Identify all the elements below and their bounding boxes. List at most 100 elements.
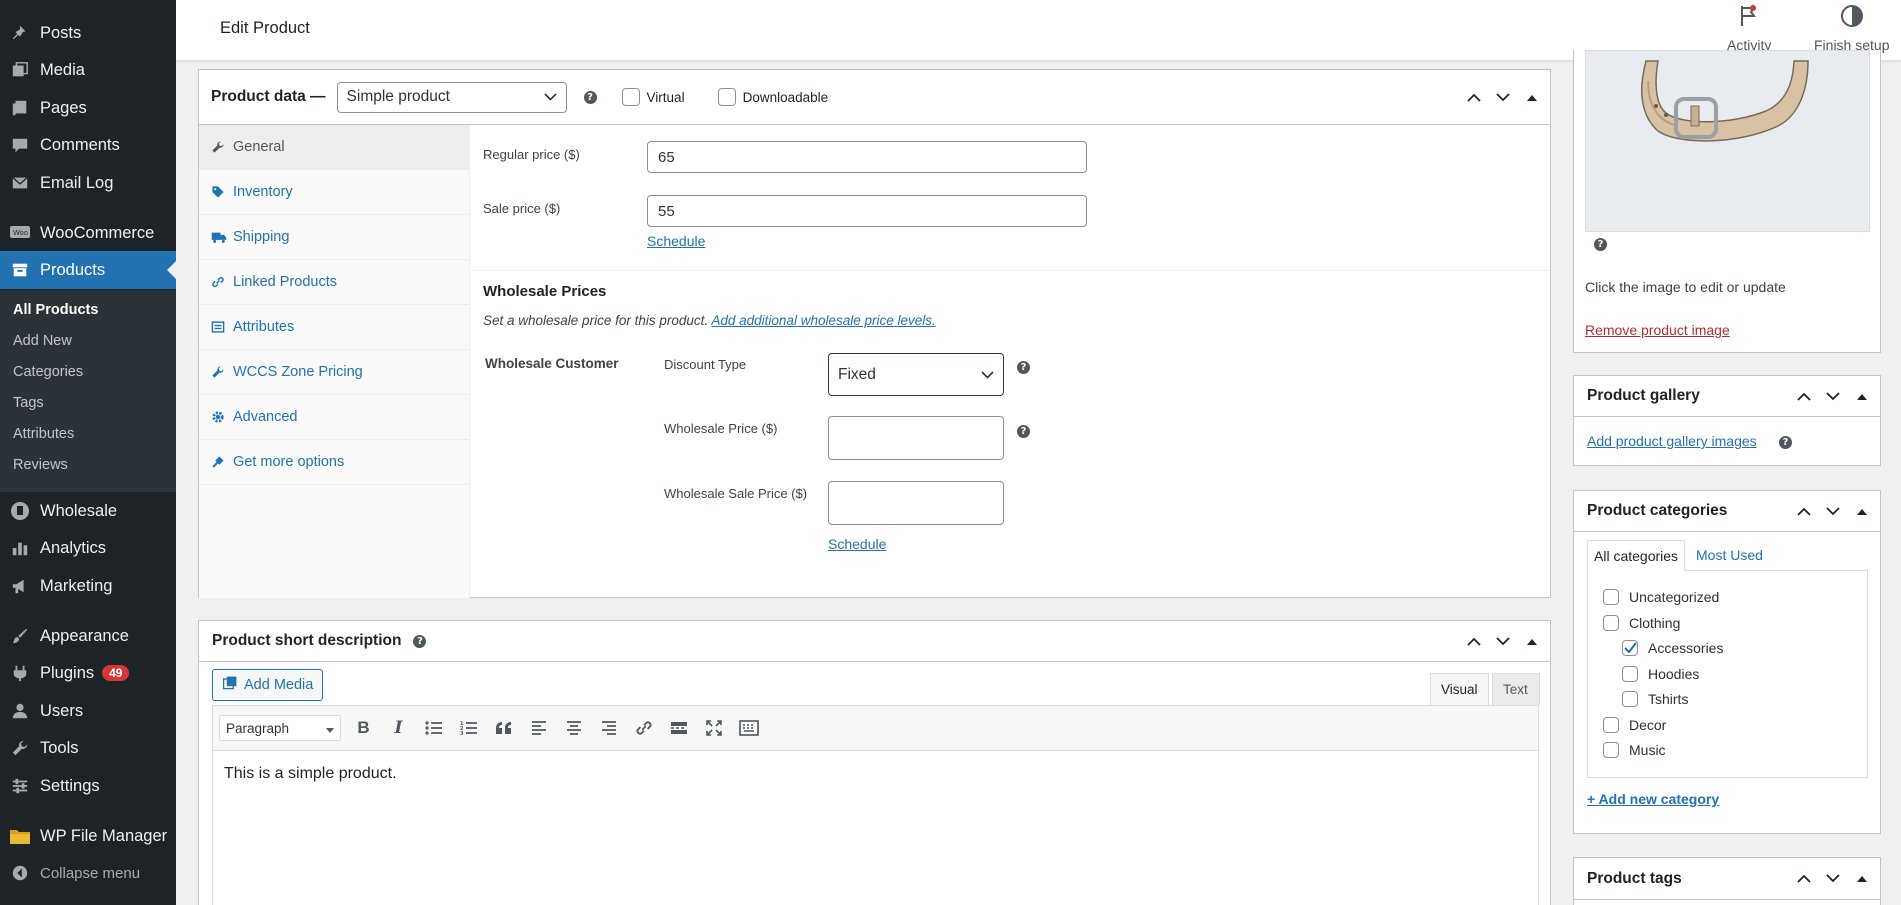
- category-checkbox[interactable]: [1622, 691, 1638, 707]
- move-up-icon[interactable]: [1794, 386, 1814, 406]
- category-checkbox[interactable]: [1603, 615, 1619, 631]
- submenu-tags[interactable]: Tags: [13, 395, 44, 411]
- align-right-icon[interactable]: [596, 716, 621, 741]
- help-icon[interactable]: ?: [1017, 361, 1030, 374]
- tab-general[interactable]: General: [199, 125, 469, 170]
- sale-price-input[interactable]: 55: [647, 195, 1087, 227]
- category-checkbox[interactable]: [1603, 589, 1619, 605]
- tab-visual[interactable]: Visual: [1430, 673, 1489, 705]
- menu-item-pages[interactable]: Pages: [0, 89, 176, 127]
- menu-item-appearance[interactable]: Appearance: [0, 617, 176, 655]
- submenu-categories[interactable]: Categories: [13, 364, 83, 380]
- menu-item-users[interactable]: Users: [0, 692, 176, 730]
- toolbar-toggle-icon[interactable]: [736, 716, 761, 741]
- submenu-attributes[interactable]: Attributes: [13, 426, 74, 442]
- tab-all-categories[interactable]: All categories: [1587, 540, 1686, 571]
- tab-attributes[interactable]: Attributes: [199, 305, 469, 350]
- menu-item-woocommerce[interactable]: Woo WooCommerce: [0, 214, 176, 252]
- fullscreen-icon[interactable]: [701, 716, 726, 741]
- tab-inventory[interactable]: Inventory: [199, 170, 469, 215]
- category-checkbox[interactable]: [1603, 717, 1619, 733]
- menu-item-tools[interactable]: Tools: [0, 729, 176, 767]
- move-down-icon[interactable]: [1823, 501, 1843, 521]
- menu-item-media[interactable]: Media: [0, 51, 176, 89]
- editor-content[interactable]: This is a simple product.: [213, 751, 1538, 797]
- menu-item-products[interactable]: Products: [0, 251, 176, 289]
- category-item[interactable]: Accessories: [1622, 640, 1723, 656]
- collapse-menu-button[interactable]: Collapse menu: [0, 854, 176, 892]
- help-icon[interactable]: ?: [1017, 425, 1030, 438]
- align-left-icon[interactable]: [526, 716, 551, 741]
- submenu-all-products[interactable]: All Products: [13, 302, 98, 318]
- add-wholesale-levels-link[interactable]: Add additional wholesale price levels.: [711, 313, 935, 328]
- tab-most-used[interactable]: Most Used: [1696, 547, 1763, 563]
- help-icon[interactable]: ?: [413, 634, 427, 648]
- category-item[interactable]: Tshirts: [1622, 691, 1688, 707]
- add-gallery-images-link[interactable]: Add product gallery images: [1587, 433, 1757, 449]
- menu-item-settings[interactable]: Settings: [0, 767, 176, 805]
- menu-item-comments[interactable]: Comments: [0, 126, 176, 164]
- category-checkbox[interactable]: [1622, 666, 1638, 682]
- schedule-wholesale-link[interactable]: Schedule: [828, 536, 886, 552]
- downloadable-checkbox[interactable]: [717, 88, 736, 106]
- add-media-button[interactable]: Add Media: [212, 669, 324, 701]
- format-select[interactable]: Paragraph: [219, 715, 341, 741]
- discount-type-select[interactable]: Fixed: [828, 353, 1004, 396]
- toggle-panel-icon[interactable]: [1852, 386, 1872, 406]
- toggle-panel-icon[interactable]: [1852, 869, 1872, 889]
- finish-setup-button[interactable]: Finish setup: [1814, 4, 1889, 53]
- virtual-checkbox[interactable]: [621, 88, 640, 106]
- tab-wccs-zone-pricing[interactable]: WCCS Zone Pricing: [199, 350, 469, 395]
- menu-item-plugins[interactable]: Plugins 49: [0, 654, 176, 692]
- toggle-panel-icon[interactable]: [1852, 501, 1872, 521]
- product-type-select[interactable]: Simple product: [336, 81, 567, 113]
- tab-get-more-options[interactable]: Get more options: [199, 440, 469, 485]
- category-item[interactable]: Hoodies: [1622, 666, 1699, 682]
- regular-price-input[interactable]: 65: [647, 141, 1087, 173]
- italic-icon[interactable]: I: [386, 716, 411, 741]
- wholesale-sale-price-input[interactable]: [828, 481, 1004, 525]
- move-up-icon[interactable]: [1794, 869, 1814, 889]
- move-down-icon[interactable]: [1823, 869, 1843, 889]
- toggle-panel-icon[interactable]: [1522, 87, 1542, 107]
- move-down-icon[interactable]: [1493, 87, 1513, 107]
- wholesale-price-input[interactable]: [828, 416, 1004, 460]
- submenu-add-new[interactable]: Add New: [13, 333, 72, 349]
- menu-item-wp-file-manager[interactable]: WP File Manager: [0, 817, 176, 855]
- menu-item-email-log[interactable]: Email Log: [0, 164, 176, 202]
- move-down-icon[interactable]: [1823, 386, 1843, 406]
- link-icon[interactable]: [631, 716, 656, 741]
- tab-linked-products[interactable]: Linked Products: [199, 260, 469, 305]
- remove-product-image-link[interactable]: Remove product image: [1585, 322, 1730, 338]
- category-item[interactable]: Decor: [1603, 717, 1666, 733]
- menu-item-wholesale[interactable]: Wholesale: [0, 492, 176, 530]
- activity-button[interactable]: Activity: [1727, 4, 1771, 53]
- product-image[interactable]: [1585, 50, 1870, 232]
- read-more-icon[interactable]: [666, 716, 691, 741]
- category-item[interactable]: Clothing: [1603, 615, 1680, 631]
- numbered-list-icon[interactable]: 123: [456, 716, 481, 741]
- tab-text[interactable]: Text: [1492, 673, 1540, 705]
- category-item[interactable]: Uncategorized: [1603, 589, 1719, 605]
- menu-item-marketing[interactable]: Marketing: [0, 567, 176, 605]
- move-up-icon[interactable]: [1464, 631, 1484, 651]
- menu-item-analytics[interactable]: Analytics: [0, 529, 176, 567]
- bold-icon[interactable]: B: [351, 716, 376, 741]
- category-item[interactable]: Music: [1603, 742, 1666, 758]
- add-new-category-link[interactable]: + Add new category: [1587, 791, 1719, 807]
- schedule-sale-link[interactable]: Schedule: [647, 233, 705, 249]
- submenu-reviews[interactable]: Reviews: [13, 457, 68, 473]
- move-up-icon[interactable]: [1464, 87, 1484, 107]
- help-icon[interactable]: ?: [583, 90, 597, 104]
- category-checkbox[interactable]: [1603, 742, 1619, 758]
- align-center-icon[interactable]: [561, 716, 586, 741]
- bullet-list-icon[interactable]: [421, 716, 446, 741]
- menu-item-posts[interactable]: Posts: [0, 14, 176, 52]
- tab-shipping[interactable]: Shipping: [199, 215, 469, 260]
- move-down-icon[interactable]: [1493, 631, 1513, 651]
- help-icon[interactable]: ?: [1779, 436, 1792, 449]
- move-up-icon[interactable]: [1794, 501, 1814, 521]
- tab-advanced[interactable]: Advanced: [199, 395, 469, 440]
- category-checkbox-checked[interactable]: [1622, 640, 1638, 656]
- help-icon[interactable]: ?: [1594, 238, 1607, 251]
